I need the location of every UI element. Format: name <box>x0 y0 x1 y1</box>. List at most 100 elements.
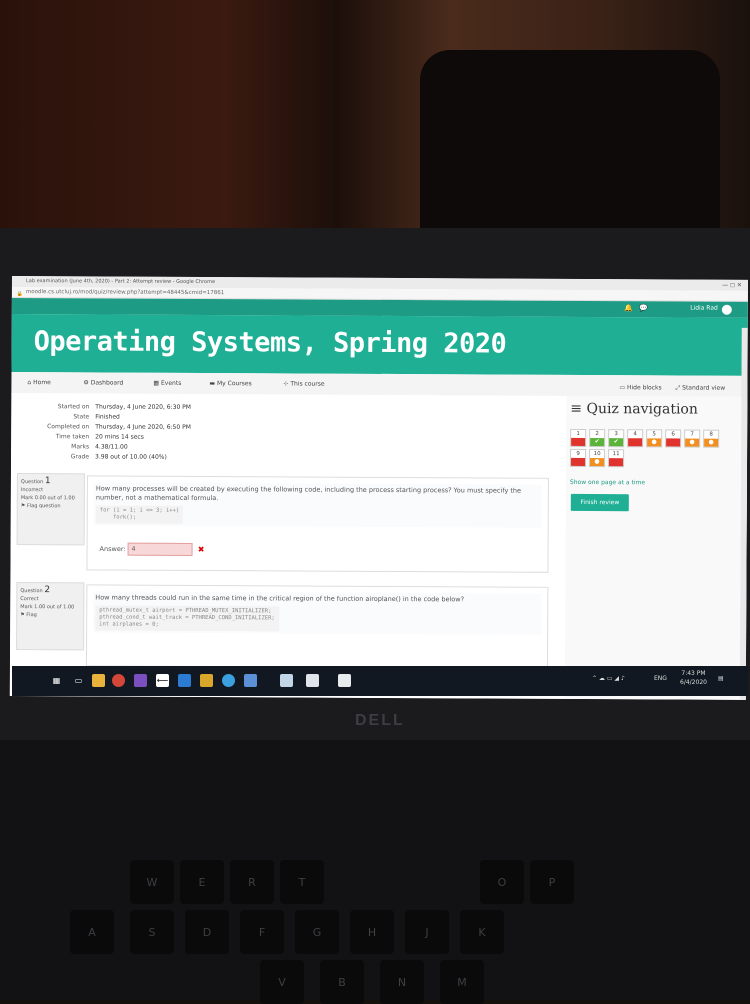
key-r: R <box>230 860 274 904</box>
laptop-logo: DELL <box>355 712 405 729</box>
nav-events[interactable]: ▦ Events <box>153 380 181 387</box>
quiz-nav-button[interactable]: 8 ● <box>703 429 720 448</box>
nav-this-course[interactable]: ⊹ This course <box>283 380 324 387</box>
app-icon-2[interactable] <box>200 674 213 687</box>
answer-state-indicator: ✔ <box>590 438 605 447</box>
app-icon-5[interactable] <box>306 674 319 687</box>
windows-taskbar: ▦ ▭ ⟵ ⌃ ☁ ▭ ◢ ♪ ENG 7:43 PM 6/4/2020 ▤ <box>12 666 748 696</box>
url-text[interactable]: moodle.cs.utcluj.ro/mod/quiz/review.php?… <box>26 289 224 296</box>
quiz-nav-button[interactable]: 5 ● <box>646 429 663 448</box>
attempt-summary: Started on Thursday, 4 June 2020, 6:30 PM… <box>21 403 191 464</box>
menu-icon: ≡ <box>570 400 587 418</box>
language-indicator[interactable]: ENG <box>654 675 667 682</box>
finish-review-button[interactable]: Finish review <box>570 493 629 512</box>
calendar-icon: ▦ <box>153 379 162 387</box>
answer-state-indicator: ● <box>590 458 605 467</box>
key-g: G <box>295 910 339 954</box>
start-icon[interactable]: ▦ <box>50 674 63 687</box>
key-e: E <box>180 860 224 904</box>
quiz-nav-button[interactable]: 3 ✔ <box>608 429 625 448</box>
key-p: P <box>530 860 574 904</box>
quiz-nav-button[interactable]: 11 <box>608 449 625 468</box>
key-t: T <box>280 860 324 904</box>
laptop-screen: Lab examination (June 4th, 2020) - Part … <box>9 276 748 700</box>
key-o: O <box>480 860 524 904</box>
layout-icon: ▭ <box>619 384 628 392</box>
app-icon-3[interactable] <box>244 674 257 687</box>
app-icon-4[interactable] <box>280 674 293 687</box>
course-banner: Operating Systems, Spring 2020 <box>11 313 748 376</box>
question-info-2: Question 2 Correct Mark 1.00 out of 1.00… <box>16 582 85 651</box>
standard-view-button[interactable]: ⤢ Standard view <box>675 384 725 392</box>
answer-state-indicator <box>571 457 586 467</box>
quiz-navigation-block: ≡ Quiz navigation 1 2 ✔ 3 ✔ 4 5 ● 6 7 ● 8 ● 9 10 ● 11 Sh… <box>564 395 748 700</box>
flag-question-link[interactable]: ⚑ Flag question <box>21 502 81 510</box>
window-controls[interactable]: — ◻ ✕ <box>722 280 742 291</box>
quiz-nav-button[interactable]: 4 <box>627 429 644 448</box>
answer-state-indicator: ● <box>704 438 719 447</box>
summary-row: Grade 3.98 out of 10.00 (40%) <box>70 453 167 461</box>
zoom-icon[interactable] <box>222 674 235 687</box>
app-icon-6[interactable] <box>338 674 351 687</box>
app-icon[interactable]: ⟵ <box>156 674 169 687</box>
room-background <box>0 0 750 260</box>
quiz-nav-button[interactable]: 1 <box>570 428 587 448</box>
browser-tab-title[interactable]: Lab examination (June 4th, 2020) - Part … <box>26 278 215 285</box>
show-one-page-link[interactable]: Show one page at a time <box>570 479 645 486</box>
chrome-icon[interactable] <box>112 674 125 687</box>
key-w: W <box>130 860 174 904</box>
bell-icon[interactable]: 🔔 <box>624 304 633 312</box>
quiz-nav-button[interactable]: 6 <box>665 429 682 448</box>
question-text: How many threads could run in the same t… <box>93 591 542 635</box>
chat-icon[interactable]: 💬 <box>639 304 648 312</box>
code-snippet: pthread_mutex_t airport = PTHREAD_MUTEX_… <box>95 605 279 632</box>
key-d: D <box>185 910 229 954</box>
question-text: How many processes will be created by ex… <box>93 482 542 528</box>
flag-question-link[interactable]: ⚑ Flag <box>20 611 80 619</box>
answer-state-indicator: ● <box>685 438 700 447</box>
key-h: H <box>350 910 394 954</box>
user-name[interactable]: Lidia Rad <box>690 305 718 312</box>
answer-state-indicator <box>628 438 643 447</box>
vscode-icon[interactable] <box>178 674 191 687</box>
quiz-nav-button[interactable]: 9 <box>570 448 587 468</box>
nav-dashboard[interactable]: ⚙ Dashboard <box>83 379 123 386</box>
quiz-nav-button[interactable]: 2 ✔ <box>589 429 606 448</box>
file-explorer-icon[interactable] <box>92 674 105 687</box>
nav-my-courses[interactable]: ▬ My Courses <box>209 380 251 387</box>
answer-row: Answer: 4 ✖ <box>100 542 205 556</box>
key-s: S <box>130 910 174 954</box>
question-box-1: How many processes will be created by ex… <box>86 475 549 573</box>
main-content: Started on Thursday, 4 June 2020, 6:30 PM… <box>9 392 748 700</box>
key-v: V <box>260 960 304 1004</box>
quiz-nav-button[interactable]: 10 ● <box>589 449 606 468</box>
answer-field[interactable]: 4 <box>127 542 193 556</box>
tray-icons[interactable]: ⌃ ☁ ▭ ◢ ♪ <box>592 675 625 682</box>
question-info-1: Question 1 Incorrect Mark 0.00 out of 1.… <box>16 473 85 546</box>
question-box-2: How many threads could run in the same t… <box>85 584 549 669</box>
laptop-keyboard: W E R T O P A S D F G H J K V B N M <box>0 740 750 1004</box>
key-m: M <box>440 960 484 1004</box>
key-k: K <box>460 910 504 954</box>
quiz-nav-buttons: 1 2 ✔ 3 ✔ 4 5 ● 6 7 ● 8 ● 9 10 ● 11 <box>566 396 747 468</box>
course-title: Operating Systems, Spring 2020 <box>33 326 507 360</box>
answer-state-indicator: ✔ <box>609 438 624 447</box>
key-f: F <box>240 910 284 954</box>
key-b: B <box>320 960 364 1004</box>
visual-studio-icon[interactable] <box>134 674 147 687</box>
answer-state-indicator: ● <box>647 438 662 447</box>
incorrect-icon: ✖ <box>197 544 205 554</box>
answer-state-indicator <box>571 437 586 447</box>
clock[interactable]: 7:43 PM 6/4/2020 <box>680 669 707 687</box>
hide-blocks-button[interactable]: ▭ Hide blocks <box>619 384 661 391</box>
quiz-nav-button[interactable]: 7 ● <box>684 429 701 448</box>
code-snippet: for (i = 1; i <= 3; i++) fork(); <box>95 505 184 524</box>
key-j: J <box>405 910 449 954</box>
quiz-navigation-title: ≡ Quiz navigation <box>570 400 698 418</box>
nav-home[interactable]: ⌂ Home <box>27 379 50 386</box>
answer-state-indicator <box>666 438 681 447</box>
task-view-icon[interactable]: ▭ <box>72 674 85 687</box>
avatar[interactable] <box>721 304 732 315</box>
background-object <box>420 50 720 250</box>
notification-icon[interactable]: ▤ <box>718 675 724 682</box>
